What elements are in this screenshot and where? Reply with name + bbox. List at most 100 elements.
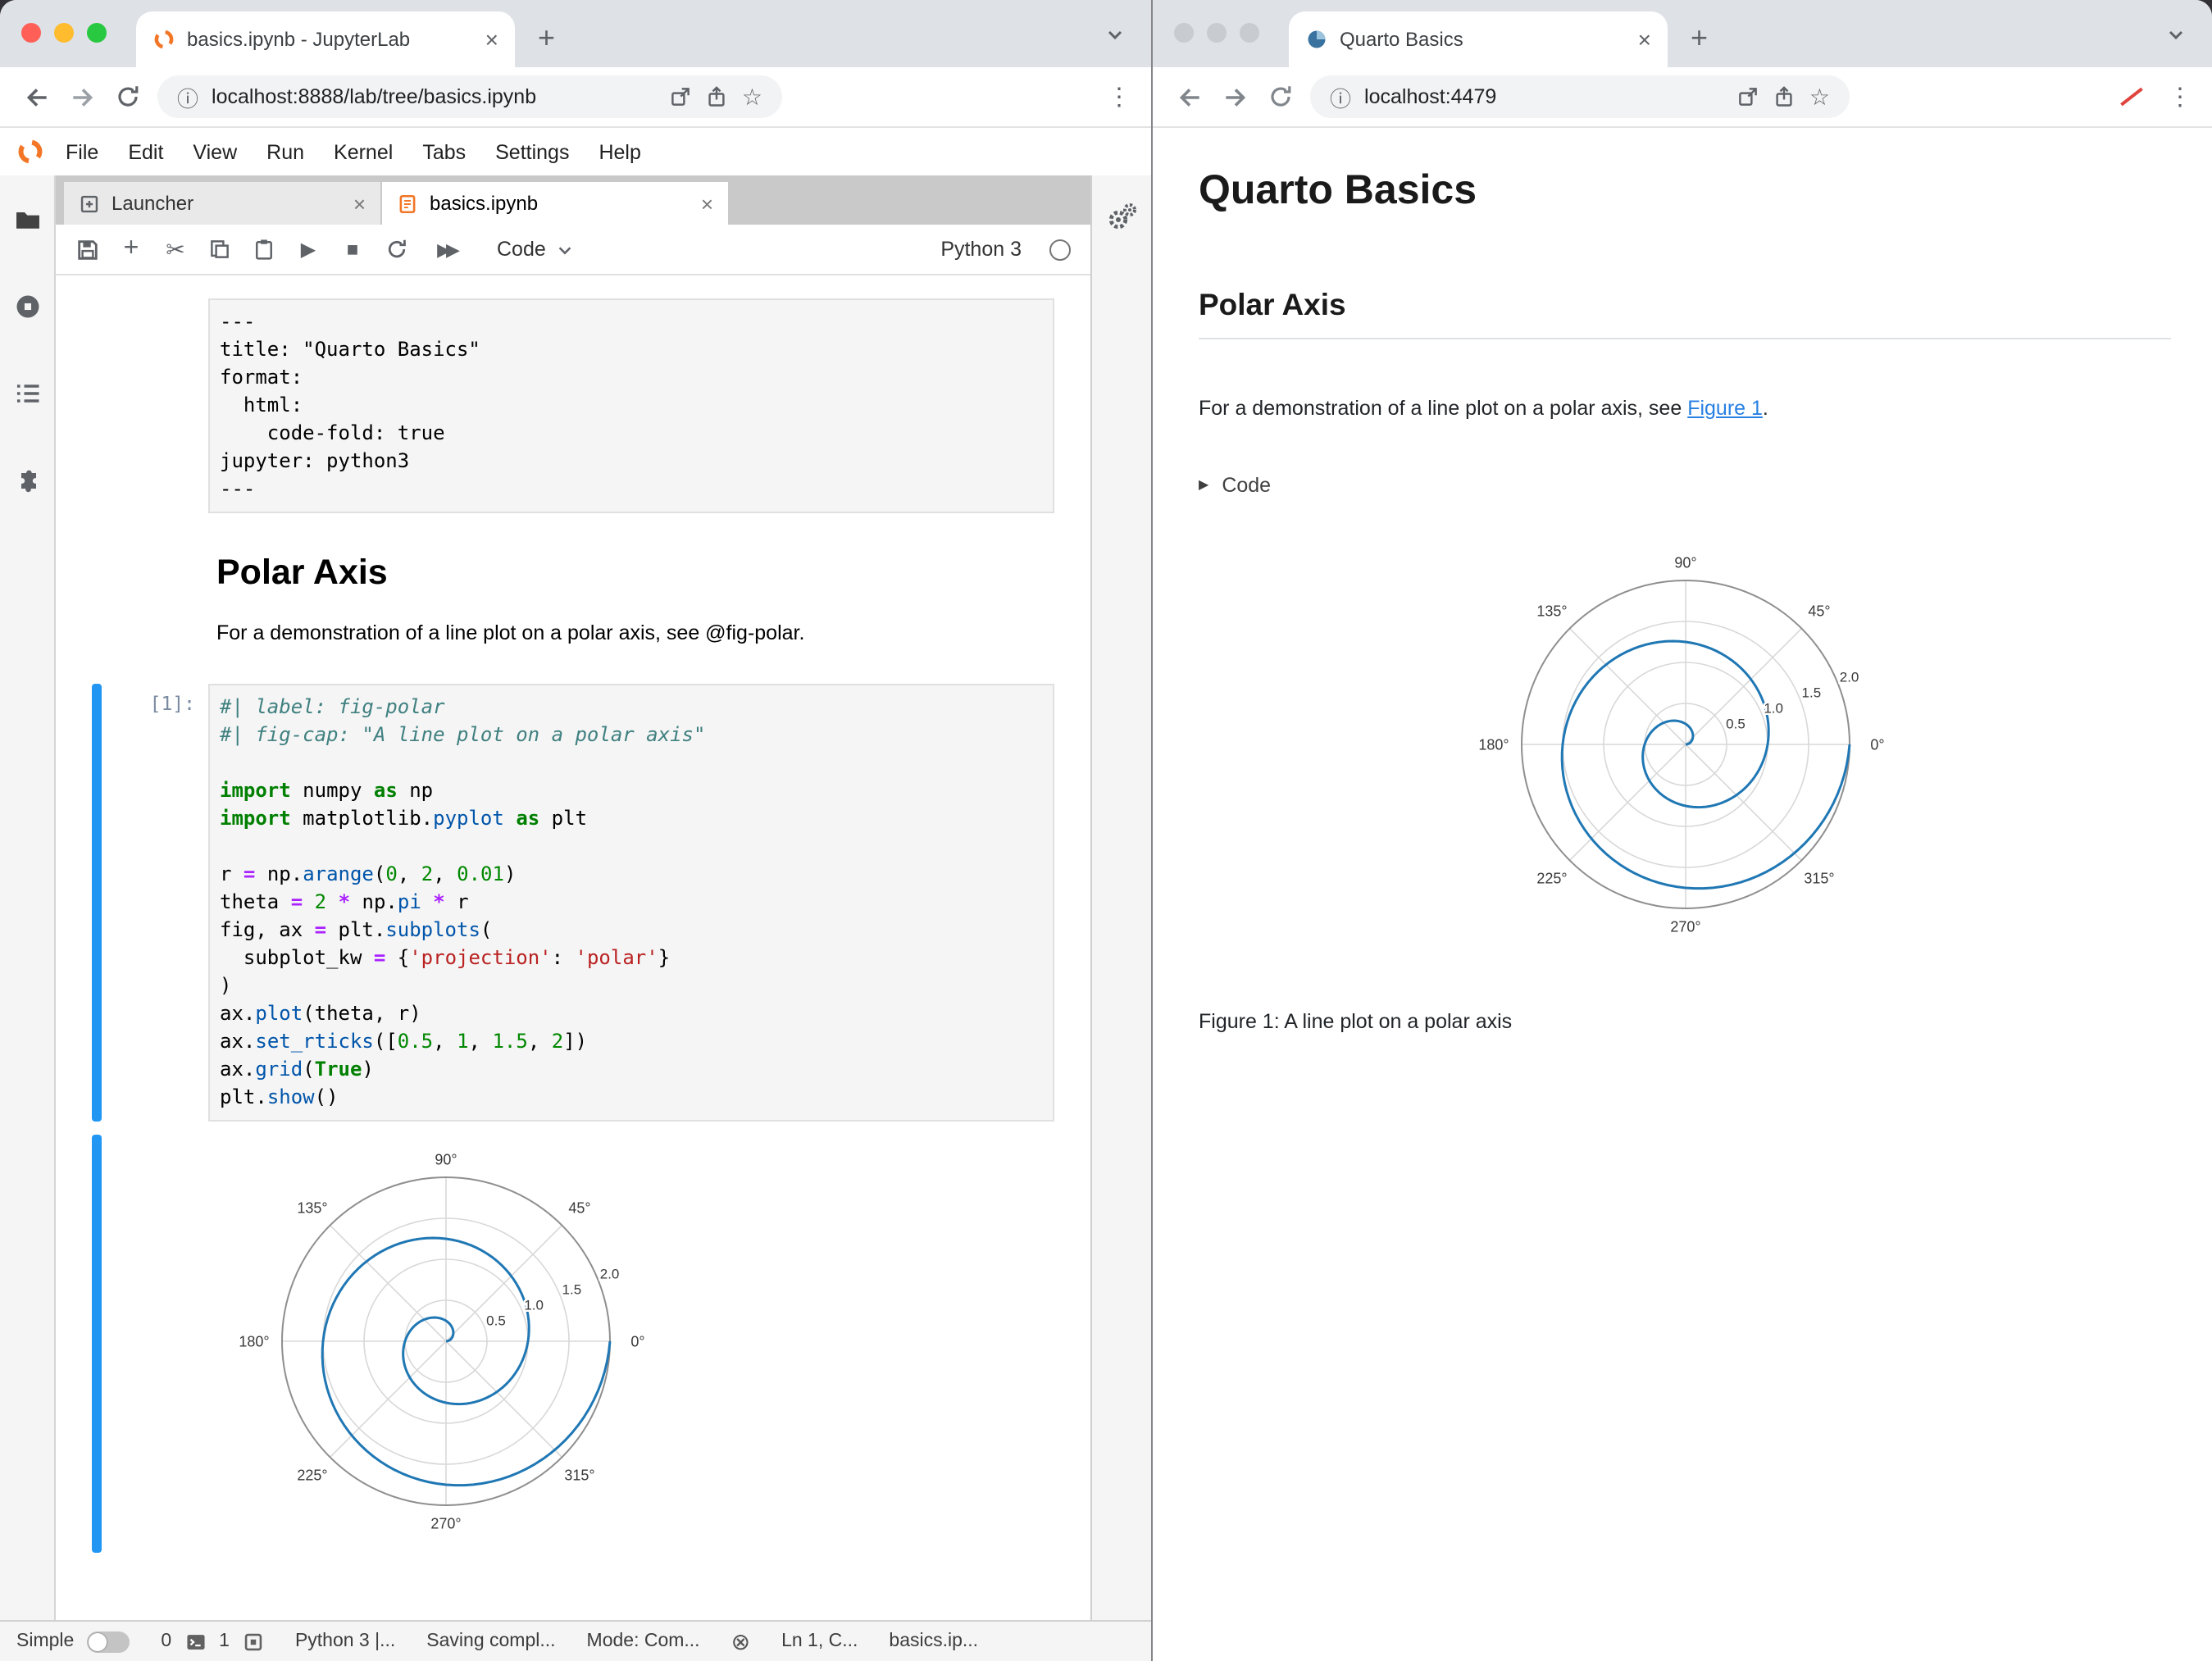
refresh-button[interactable] [1264,80,1297,113]
paste-cells-button[interactable] [249,234,279,264]
kernel-status-item[interactable]: Python 3 |... [295,1631,395,1651]
browser-toolbar: ⓘ localhost:8888/lab/tree/basics.ipynb ☆… [0,67,1151,128]
open-in-window-icon[interactable] [1737,85,1760,108]
cell-collapser[interactable] [92,684,102,1122]
minimize-window-button[interactable] [1207,23,1227,43]
address-bar[interactable]: ⓘ localhost:8888/lab/tree/basics.ipynb ☆ [157,75,782,118]
svg-text:2.0: 2.0 [1839,669,1859,685]
new-tab-button[interactable]: + [1691,21,1708,56]
copy-cells-button[interactable] [205,234,234,264]
table-of-contents-icon[interactable] [12,379,42,408]
menu-item-file[interactable]: File [51,140,113,163]
filename-item: basics.ip... [889,1631,979,1651]
close-icon[interactable]: × [353,191,366,216]
document-tabbar: Launcher × basics.ipynb × [56,175,1090,225]
code-disclosure[interactable]: ▶ Code [1199,474,2171,497]
zoom-window-button[interactable] [1240,23,1259,43]
output-collapser[interactable] [92,1135,102,1554]
raw-cell[interactable]: --- title: "Quarto Basics" format: html:… [56,298,1090,513]
browser-menu-icon[interactable]: ⋮ [2168,82,2192,111]
svg-text:315°: 315° [1803,870,1833,886]
code-cell-editor[interactable]: #| label: fig-polar #| fig-cap: "A line p… [208,684,1054,1122]
run-button[interactable]: ▶ [294,234,323,264]
back-button[interactable] [1172,80,1205,113]
extensions-puzzle-icon[interactable] [12,466,42,495]
running-sessions-icon[interactable] [12,292,42,321]
new-tab-button[interactable]: + [538,21,555,56]
tab-search-chevron-icon[interactable] [2166,23,2186,52]
site-info-icon[interactable]: ⓘ [1330,81,1351,112]
menu-item-view[interactable]: View [178,140,252,163]
back-button[interactable] [20,80,52,113]
tab-close-icon[interactable]: × [482,28,502,51]
forward-button[interactable] [66,80,98,113]
command-mode-item[interactable]: Mode: Com... [587,1631,700,1651]
url-text[interactable]: localhost:4479 [1364,85,1724,108]
browser-tab[interactable]: Quarto Basics × [1289,11,1668,67]
right-sidebar-rail [1090,175,1151,1620]
tab-search-chevron-icon[interactable] [1105,23,1125,52]
svg-text:45°: 45° [568,1200,590,1217]
desktop: basics.ipynb - JupyterLab × + ⓘ localhos… [0,0,2212,1661]
jupyterlab-browser-window: basics.ipynb - JupyterLab × + ⓘ localhos… [0,0,1151,1661]
bookmark-star-icon[interactable]: ☆ [742,83,762,111]
forward-button[interactable] [1218,80,1251,113]
minimize-window-button[interactable] [54,23,74,43]
code-cell[interactable]: [1]: #| label: fig-polar #| fig-cap: "A l… [56,684,1090,1122]
menu-item-help[interactable]: Help [584,140,655,163]
notebook-scroll-area[interactable]: --- title: "Quarto Basics" format: html:… [56,275,1090,1620]
raw-cell-editor[interactable]: --- title: "Quarto Basics" format: html:… [208,298,1054,513]
markdown-cell[interactable]: Polar Axis For a demonstration of a line… [216,553,1053,648]
close-icon[interactable]: × [701,191,713,216]
folder-icon[interactable] [12,205,42,234]
cell-collapser[interactable] [92,298,102,513]
tab-launcher[interactable]: Launcher × [64,182,380,225]
kernel-name-label[interactable]: Python 3 [940,238,1022,261]
cursor-position-item[interactable]: Ln 1, C... [781,1631,858,1651]
property-inspector-gears-icon[interactable] [1106,202,1137,1620]
cut-cells-button[interactable]: ✂ [161,234,190,264]
browser-menu-icon[interactable]: ⋮ [1107,82,1131,111]
browser-tab-title: basics.ipynb - JupyterLab [187,28,411,51]
menu-item-tabs[interactable]: Tabs [407,140,480,163]
notification-icon[interactable]: ⊗ [731,1629,750,1652]
jupyter-logo-icon [16,138,44,166]
simple-mode-toggle[interactable] [87,1631,130,1652]
browser-tab[interactable]: basics.ipynb - JupyterLab × [136,11,515,67]
url-text[interactable]: localhost:8888/lab/tree/basics.ipynb [212,85,657,108]
share-icon[interactable] [706,85,729,108]
share-icon[interactable] [1773,85,1796,108]
svg-text:270°: 270° [1669,918,1700,935]
close-window-button[interactable] [1174,23,1194,43]
paragraph-suffix: . [1762,397,1768,420]
cell-type-dropdown[interactable]: Code [497,238,574,261]
add-cell-button[interactable]: + [116,234,146,264]
restart-run-all-button[interactable]: ▶▶ [426,234,466,264]
section-heading: Polar Axis [1199,287,2171,339]
menu-item-kernel[interactable]: Kernel [319,140,407,163]
bookmark-star-icon[interactable]: ☆ [1809,83,1830,111]
sessions-counter[interactable]: 0 1 [161,1631,264,1652]
menu-item-edit[interactable]: Edit [113,140,178,163]
svg-text:2.0: 2.0 [600,1267,620,1282]
svg-text:315°: 315° [564,1468,594,1484]
figure-link[interactable]: Figure 1 [1687,397,1763,420]
close-window-button[interactable] [21,23,41,43]
refresh-button[interactable] [112,80,144,113]
interrupt-kernel-button[interactable]: ■ [338,234,367,264]
chevron-down-icon [558,246,571,254]
kernel-status-circle [1049,239,1071,260]
address-bar[interactable]: ⓘ localhost:4479 ☆ [1310,75,1850,118]
open-in-window-icon[interactable] [670,85,693,108]
quarto-preview-browser-window: Quarto Basics × + ⓘ localhost:4479 ☆ ⋮ Q… [1151,0,2212,1661]
zoom-window-button[interactable] [87,23,107,43]
menu-item-run[interactable]: Run [252,140,319,163]
browser-tab-title: Quarto Basics [1340,28,1463,51]
tab-notebook[interactable]: basics.ipynb × [382,182,728,225]
save-button[interactable] [72,234,102,264]
restart-kernel-button[interactable] [382,234,412,264]
svg-text:225°: 225° [297,1468,327,1484]
tab-close-icon[interactable]: × [1635,28,1654,51]
site-info-icon[interactable]: ⓘ [177,81,198,112]
menu-item-settings[interactable]: Settings [480,140,584,163]
